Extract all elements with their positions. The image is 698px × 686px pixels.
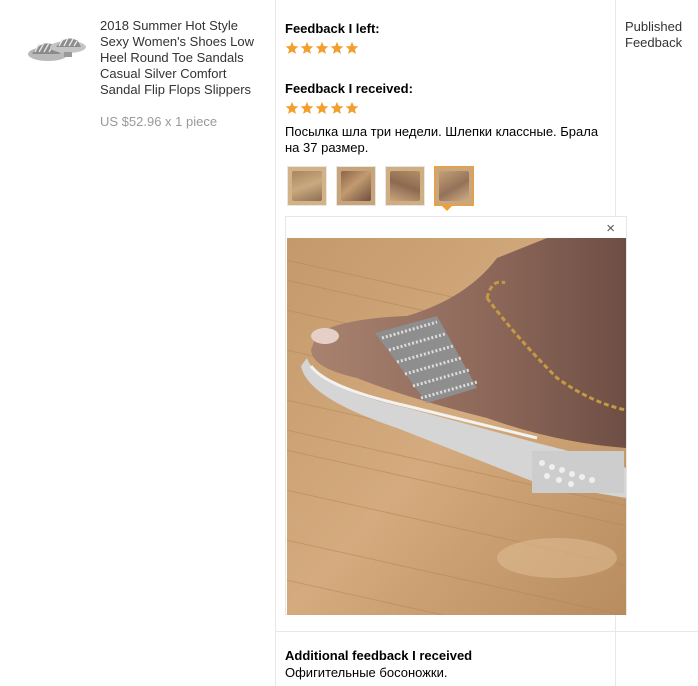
foot-sandal-photo [287,238,626,615]
column-divider [275,0,276,686]
product-title[interactable]: 2018 Summer Hot Style Sexy Women's Shoes… [100,18,268,98]
additional-feedback-label: Additional feedback I received [285,648,473,663]
close-icon[interactable]: × [606,221,615,237]
row-divider [275,631,698,632]
additional-feedback-text: Офигительные босоножки. [285,665,448,680]
selected-photo-indicator [442,206,452,211]
feedback-received-stars [285,101,359,115]
photo-thumbnail-1[interactable] [287,166,327,206]
star-icon [315,101,329,114]
product-price: US $52.96 x 1 piece [100,114,218,129]
feedback-left-label: Feedback I left: [285,21,380,36]
star-icon [285,41,299,54]
feedback-status: Published Feedback [625,19,683,50]
star-icon [300,101,314,114]
star-icon [345,101,359,114]
star-icon [300,41,314,54]
photo-thumbnails [287,166,474,206]
photo-viewer: × [285,216,627,615]
product-thumbnail[interactable] [26,30,88,70]
star-icon [285,101,299,114]
feedback-left-stars [285,41,359,55]
photo-thumbnail-3[interactable] [385,166,425,206]
feedback-comment: Посылка шла три недели. Шлепки классные.… [285,124,599,155]
star-icon [330,101,344,114]
enlarged-photo [287,238,626,615]
photo-thumbnail-4[interactable] [434,166,474,206]
feedback-received-label: Feedback I received: [285,81,413,96]
star-icon [315,41,329,54]
sandal-icon [28,37,86,61]
star-icon [330,41,344,54]
star-icon [345,41,359,54]
photo-thumbnail-2[interactable] [336,166,376,206]
